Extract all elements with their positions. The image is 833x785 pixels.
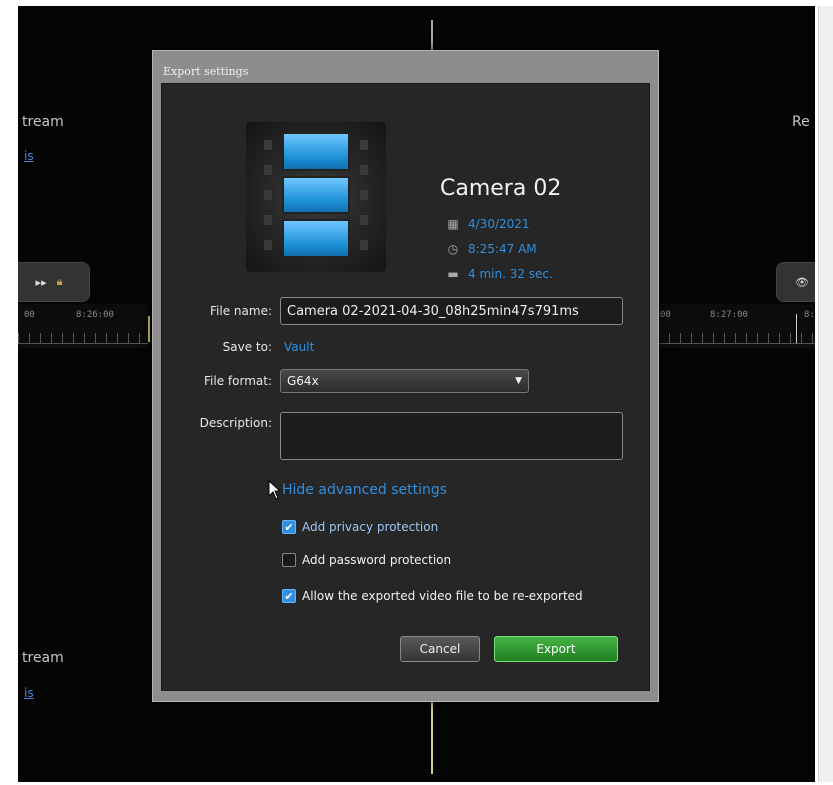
timeline-tick-label: 00 [660, 310, 671, 320]
reexport-label: Allow the exported video file to be re-e… [302, 589, 583, 603]
checkmark-icon: ✔ [284, 520, 294, 534]
checkmark-icon: ✔ [284, 589, 294, 603]
mouse-cursor-icon [268, 480, 282, 500]
timeline-position-marker [148, 316, 150, 342]
right-playback-controls[interactable]: 👁︎ [776, 262, 815, 302]
right-timeline[interactable]: 00 8:27:00 8: [658, 304, 815, 348]
export-settings-dialog: Export settings Camera 02 ▦ 4/30/2021 ◷ … [152, 50, 659, 702]
left-playback-controls[interactable]: ▸▸ 🔒︎ [18, 262, 90, 302]
eye-icon[interactable]: 👁︎ [795, 276, 809, 289]
dialog-body: Camera 02 ▦ 4/30/2021 ◷ 8:25:47 AM ▬ 4 m… [161, 83, 650, 691]
cancel-button[interactable]: Cancel [400, 636, 480, 662]
password-label: Add password protection [302, 553, 452, 567]
left-stream-label-bottom: tream [22, 650, 64, 666]
save-to-label: Save to: [222, 340, 272, 354]
tile-divider-bottom [431, 694, 433, 774]
dropdown-arrow-icon: ▼ [515, 376, 522, 386]
timeline-tick-label: 8: [804, 310, 815, 320]
reexport-option[interactable]: ✔ Allow the exported video file to be re… [282, 589, 583, 603]
description-label: Description: [199, 416, 272, 430]
clock-icon: ◷ [447, 242, 459, 256]
export-time: 8:25:47 AM [468, 242, 537, 256]
privacy-checkbox[interactable]: ✔ [282, 520, 296, 534]
left-stream-link[interactable]: is [24, 149, 34, 163]
camera-name: Camera 02 [440, 176, 562, 201]
file-name-input[interactable]: Camera 02-2021-04-30_08h25min47s791ms [280, 297, 623, 325]
file-format-label: File format: [204, 374, 272, 388]
save-to-link[interactable]: Vault [284, 340, 314, 354]
left-timeline[interactable]: 00 8:26:00 [18, 304, 148, 348]
reexport-checkbox[interactable]: ✔ [282, 589, 296, 603]
hide-advanced-settings-link[interactable]: Hide advanced settings [282, 482, 447, 498]
password-checkbox[interactable] [282, 553, 296, 567]
play-icon[interactable]: ▸▸ [36, 276, 47, 289]
file-format-select[interactable]: G64x ▼ [280, 369, 529, 393]
timeline-tick-label: 00 [24, 310, 35, 320]
timeline-ticks [658, 333, 815, 344]
file-format-value: G64x [287, 374, 319, 388]
film-icon [246, 122, 386, 272]
calendar-icon: ▦ [447, 217, 459, 231]
right-stream-label: Re [792, 114, 810, 130]
duration-icon: ▬ [447, 267, 459, 281]
export-duration: 4 min. 32 sec. [468, 267, 553, 281]
privacy-label: Add privacy protection [302, 520, 439, 534]
lock-icon[interactable]: 🔒︎ [57, 275, 63, 289]
privacy-protection-option[interactable]: ✔ Add privacy protection [282, 520, 438, 534]
export-date: 4/30/2021 [468, 217, 530, 231]
description-input[interactable] [280, 412, 623, 460]
scrollbar[interactable] [818, 6, 833, 782]
dialog-title: Export settings [163, 65, 249, 78]
timeline-tick-label: 8:26:00 [76, 310, 114, 320]
timeline-ticks [18, 333, 148, 344]
left-stream-link-bottom[interactable]: is [24, 686, 34, 700]
file-name-label: File name: [210, 304, 272, 318]
timeline-tick-label: 8:27:00 [710, 310, 748, 320]
left-stream-label: tream [22, 114, 64, 130]
password-protection-option[interactable]: Add password protection [282, 553, 451, 567]
export-button[interactable]: Export [494, 636, 618, 662]
